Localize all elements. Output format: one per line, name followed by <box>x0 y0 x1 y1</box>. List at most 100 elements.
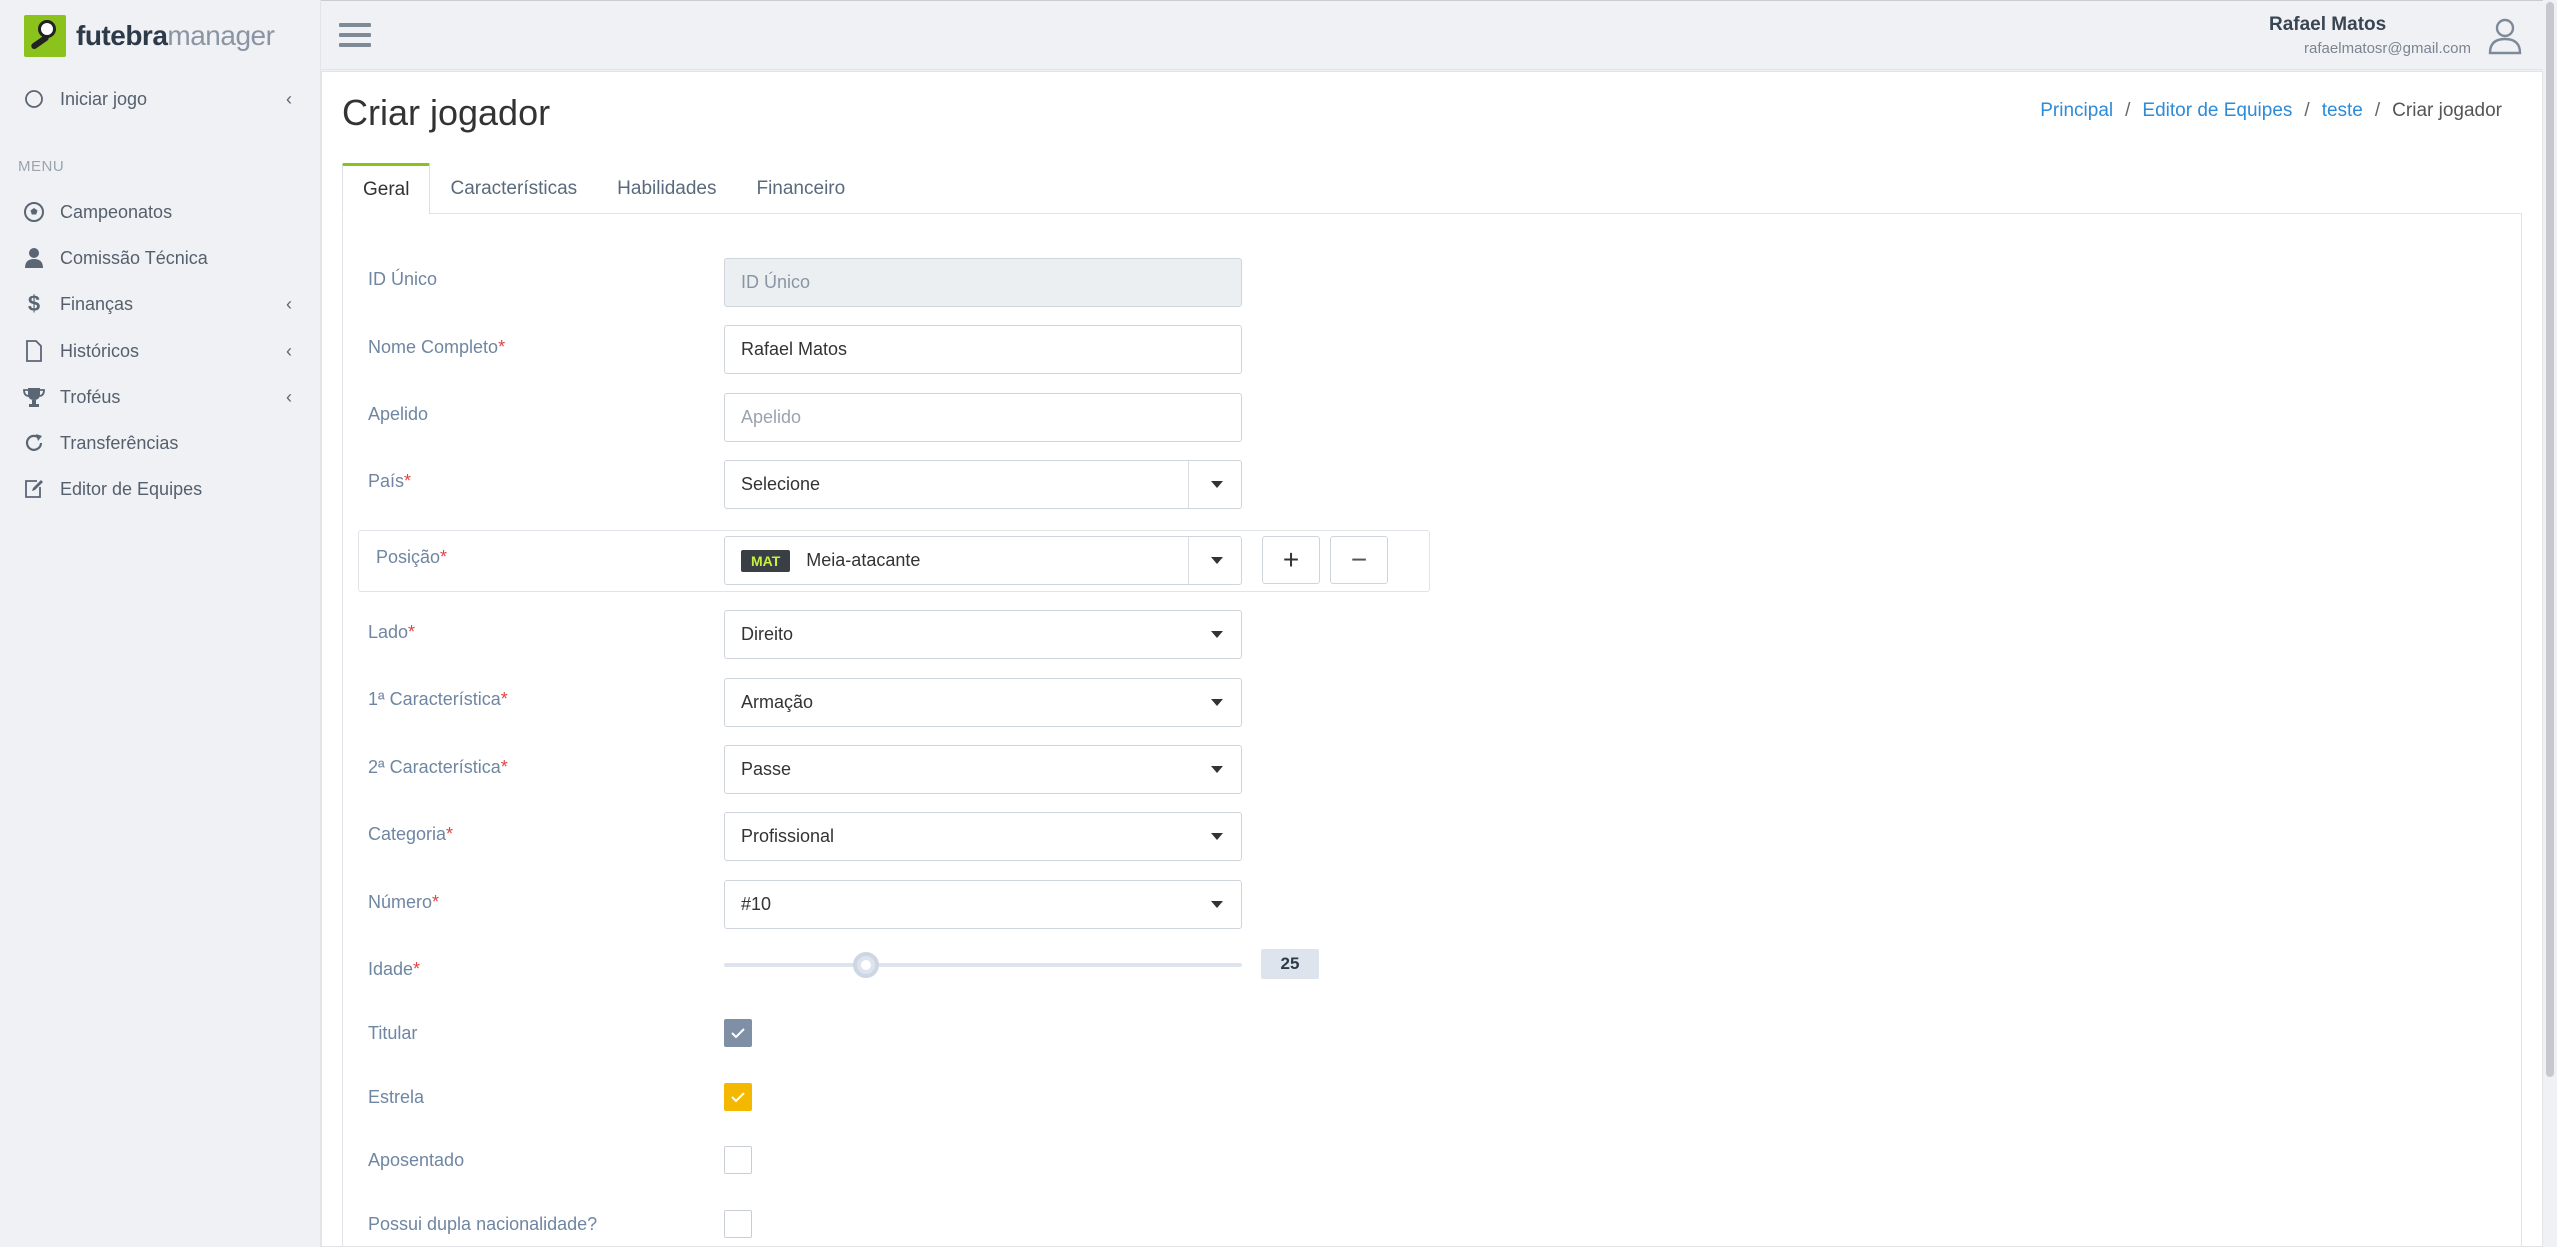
caret-down-icon <box>1211 766 1223 773</box>
sidebar-item-start-game[interactable]: Iniciar jogo ‹ <box>22 79 302 119</box>
star-checkbox[interactable] <box>724 1083 752 1111</box>
position-select[interactable]: MAT Meia-atacante <box>724 536 1242 585</box>
caret-down-icon <box>1211 631 1223 638</box>
star-label: Estrela <box>368 1087 425 1107</box>
tab-financeiro[interactable]: Financeiro <box>736 163 865 215</box>
retired-checkbox[interactable] <box>724 1146 752 1174</box>
age-slider-track[interactable] <box>724 963 1242 967</box>
char2-label: 2ª Característica* <box>368 757 508 777</box>
check-icon <box>731 1092 745 1103</box>
side-select[interactable]: Direito <box>724 610 1242 659</box>
sidebar-item-label: Históricos <box>60 340 140 361</box>
page-scrollbar[interactable] <box>2543 0 2557 1247</box>
id-placeholder: ID Único <box>741 272 811 292</box>
country-value: Selecione <box>741 474 821 494</box>
breadcrumb-separator: / <box>2125 100 2131 121</box>
starter-checkbox[interactable] <box>724 1019 752 1047</box>
breadcrumb: Principal / Editor de Equipes / teste / … <box>2040 100 2502 122</box>
char1-label: 1ª Característica* <box>368 689 508 709</box>
name-field[interactable]: Rafael Matos <box>724 325 1242 374</box>
logo-icon <box>24 15 66 57</box>
tab-caracteristicas[interactable]: Características <box>430 163 597 215</box>
nickname-label: Apelido <box>368 404 429 424</box>
add-position-button[interactable]: + <box>1262 536 1320 584</box>
char1-select[interactable]: Armação <box>724 678 1242 727</box>
soccer-ball-icon <box>22 200 46 224</box>
category-value: Profissional <box>741 826 835 846</box>
main-panel: Criar jogador Principal / Editor de Equi… <box>321 71 2543 1247</box>
user-avatar-icon[interactable] <box>2487 17 2523 55</box>
app-logo[interactable]: futebramanager <box>24 14 275 58</box>
caret-down-icon <box>1211 699 1223 706</box>
trophy-icon <box>22 385 46 409</box>
sidebar-item-label: Finanças <box>60 293 134 314</box>
char1-value: Armação <box>741 692 814 712</box>
sidebar-item-trofeus[interactable]: Troféus ‹ <box>22 377 302 417</box>
breadcrumb-current: Criar jogador <box>2392 100 2502 121</box>
age-label: Idade* <box>368 959 421 979</box>
char2-value: Passe <box>741 759 792 779</box>
dual-nationality-label: Possui dupla nacionalidade? <box>368 1214 598 1234</box>
side-label: Lado* <box>368 622 416 642</box>
caret-down-icon <box>1211 481 1223 488</box>
minus-icon: − <box>1350 544 1368 575</box>
position-badge: MAT <box>741 549 791 572</box>
menu-header: MENU <box>18 158 65 175</box>
number-select[interactable]: #10 <box>724 880 1242 929</box>
sidebar: futebramanager Iniciar jogo ‹ MENU Campe… <box>0 0 321 1247</box>
topbar: Rafael Matos rafaelmatosr@gmail.com <box>321 0 2557 70</box>
dual-nationality-checkbox[interactable] <box>724 1210 752 1238</box>
sidebar-item-label: Troféus <box>60 386 121 407</box>
breadcrumb-link-principal[interactable]: Principal <box>2040 100 2113 122</box>
nickname-placeholder: Apelido <box>741 407 802 427</box>
hamburger-menu-icon[interactable] <box>339 23 371 49</box>
number-label: Número* <box>368 892 440 912</box>
breadcrumb-link-teste[interactable]: teste <box>2322 100 2363 122</box>
user-icon <box>22 246 46 270</box>
id-label: ID Único <box>368 269 438 289</box>
breadcrumb-link-editor-de-equipes[interactable]: Editor de Equipes <box>2142 100 2292 122</box>
sidebar-item-financas[interactable]: $ Finanças ‹ <box>22 284 302 324</box>
sidebar-item-campeonatos[interactable]: Campeonatos <box>22 192 302 232</box>
tab-bar: Geral Características Habilidades Financ… <box>342 163 865 215</box>
page-title: Criar jogador <box>342 92 551 133</box>
circle-icon <box>22 87 46 111</box>
position-label: Posição* <box>376 547 448 567</box>
sidebar-item-comissao-tecnica[interactable]: Comissão Técnica <box>22 238 302 278</box>
side-value: Direito <box>741 624 794 644</box>
edit-icon <box>22 477 46 501</box>
char2-select[interactable]: Passe <box>724 745 1242 794</box>
sidebar-item-transferencias[interactable]: Transferências <box>22 423 302 463</box>
sidebar-item-label: Editor de Equipes <box>60 478 203 499</box>
age-slider-handle[interactable] <box>853 952 879 978</box>
user-name: Rafael Matos <box>2269 14 2387 35</box>
country-select[interactable]: Selecione <box>724 460 1242 509</box>
breadcrumb-separator: / <box>2374 100 2381 121</box>
starter-label: Titular <box>368 1023 418 1043</box>
remove-position-button[interactable]: − <box>1330 536 1388 584</box>
sidebar-item-historicos[interactable]: Históricos ‹ <box>22 331 302 371</box>
caret-down-icon <box>1211 901 1223 908</box>
id-field[interactable]: ID Único <box>724 258 1242 307</box>
sidebar-item-label: Campeonatos <box>60 201 173 222</box>
retired-label: Aposentado <box>368 1150 465 1170</box>
logo-text-bold: futebra <box>76 20 168 51</box>
number-value: #10 <box>741 894 772 914</box>
tab-habilidades[interactable]: Habilidades <box>597 163 736 215</box>
category-select[interactable]: Profissional <box>724 812 1242 861</box>
sidebar-item-label: Comissão Técnica <box>60 247 208 268</box>
country-label: País* <box>368 471 412 491</box>
nickname-field[interactable]: Apelido <box>724 393 1242 442</box>
position-value: Meia-atacante <box>806 550 921 570</box>
name-label: Nome Completo* <box>368 337 506 357</box>
document-icon <box>22 339 46 363</box>
plus-icon: + <box>1282 544 1300 575</box>
tab-geral[interactable]: Geral <box>342 163 431 215</box>
chevron-left-icon: ‹ <box>286 294 292 314</box>
logo-text-light: manager <box>167 20 275 51</box>
sidebar-item-editor-de-equipes[interactable]: Editor de Equipes <box>22 469 302 509</box>
check-icon <box>731 1028 745 1039</box>
breadcrumb-separator: / <box>2304 100 2310 121</box>
chevron-left-icon: ‹ <box>286 341 292 361</box>
sidebar-item-label: Transferências <box>60 432 179 453</box>
